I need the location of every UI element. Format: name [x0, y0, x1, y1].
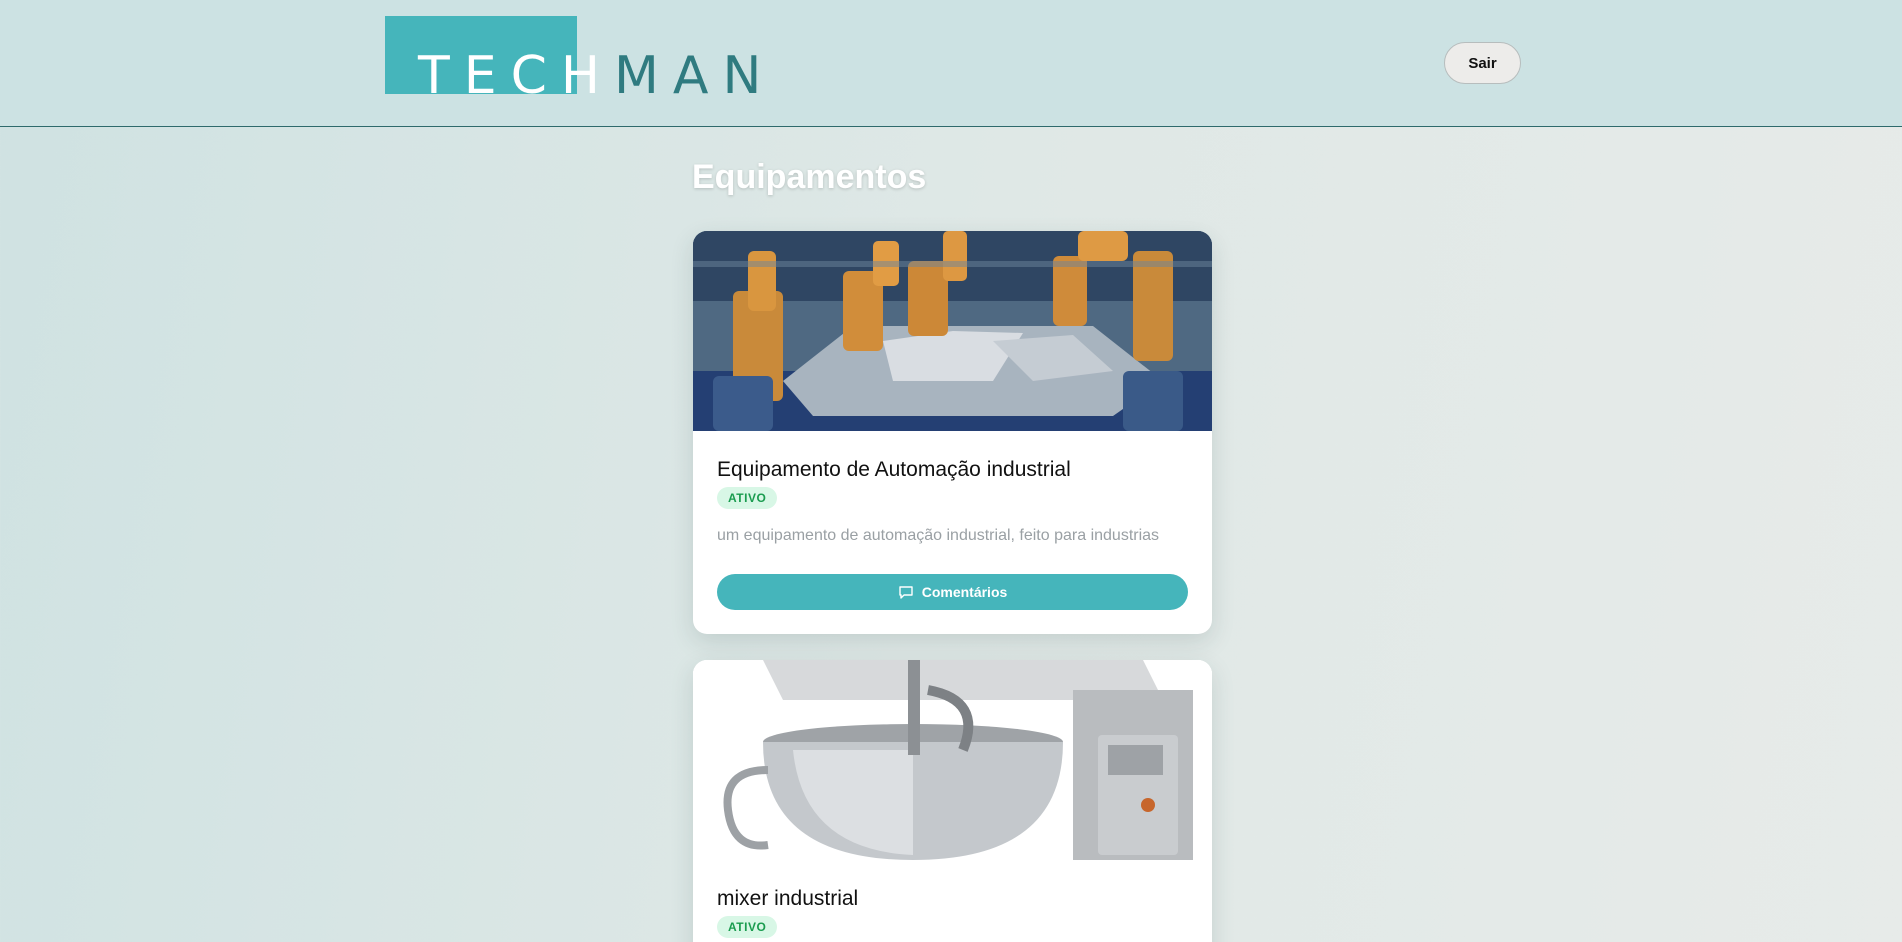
status-badge: ATIVO [717, 487, 778, 509]
comments-button-label: Comentários [921, 584, 1008, 600]
status-badge: ATIVO [717, 916, 778, 938]
logout-button[interactable]: Sair [1444, 42, 1521, 84]
comment-icon [899, 586, 913, 599]
industrial-mixer-photo-icon [693, 660, 1212, 860]
equipment-description: um equipamento de automação industrial, … [717, 527, 1160, 544]
equipment-image [693, 231, 1212, 431]
logo-wordmark: TECHMAN [418, 46, 775, 106]
page-title: Equipamentos [692, 158, 927, 196]
equipment-name: Equipamento de Automação industrial [717, 458, 1071, 481]
logo-text-part2: MAN [614, 46, 776, 106]
equipment-card: mixer industrial ATIVO [693, 660, 1212, 942]
techman-logo: TECHMAN [385, 16, 761, 106]
comments-button[interactable]: Comentários [717, 574, 1188, 610]
equipment-image [693, 660, 1212, 860]
equipment-name: mixer industrial [717, 887, 859, 910]
equipment-card: Equipamento de Automação industrial ATIV… [693, 231, 1212, 634]
top-header: TECHMAN Sair [0, 0, 1902, 127]
industrial-robots-photo-icon [693, 231, 1212, 431]
logo-text-part1: TECH [418, 46, 615, 106]
